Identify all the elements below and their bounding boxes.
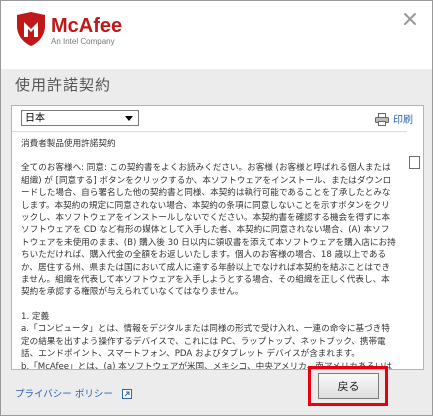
back-button[interactable]: 戻る	[318, 373, 379, 399]
license-document: 日本 印刷 消費者製品使用許諾契約 全てのお客様へ: 同意: この契約書をよくお…	[11, 105, 424, 370]
section-heading: 1. 定義	[21, 311, 50, 322]
external-link-icon	[121, 389, 132, 399]
language-select[interactable]: 日本	[21, 110, 139, 126]
print-label: 印刷	[393, 115, 413, 126]
window-header: McAfee An Intel Company	[1, 1, 432, 69]
brand-name: McAfee	[51, 15, 122, 37]
mcafee-shield-icon	[17, 12, 45, 46]
printer-icon	[375, 113, 389, 126]
mcafee-logo: McAfee An Intel Company	[15, 12, 155, 52]
document-scrollbar[interactable]	[407, 131, 423, 369]
privacy-policy-link[interactable]: プライバシー ポリシー	[15, 386, 132, 400]
license-paragraph: 全てのお客様へ: 同意: この契約書をよくお読みください。お客様 (お客様と呼ば…	[21, 163, 396, 298]
language-select-value: 日本	[25, 113, 45, 124]
license-text: 消費者製品使用許諾契約 全てのお客様へ: 同意: この契約書をよくお読みください…	[21, 138, 397, 369]
close-button[interactable]	[400, 9, 420, 29]
brand-tagline: An Intel Company	[51, 37, 115, 46]
license-window: McAfee An Intel Company 使用許諾契約 日本 印刷 消費者…	[0, 0, 433, 416]
license-heading: 消費者製品使用許諾契約	[21, 139, 116, 149]
chevron-down-icon	[125, 116, 133, 121]
scrollbar-thumb[interactable]	[409, 156, 420, 169]
close-icon	[404, 13, 416, 25]
page-title: 使用許諾契約	[15, 76, 112, 94]
document-toolbar: 日本 印刷	[12, 106, 423, 132]
license-paragraph: a.「コンピュータ」とは、情報をデジタルまたは同様の形式で受け入れ、一連の命令に…	[21, 324, 390, 360]
privacy-policy-label: プライバシー ポリシー	[15, 389, 113, 400]
print-link[interactable]: 印刷	[375, 111, 413, 126]
